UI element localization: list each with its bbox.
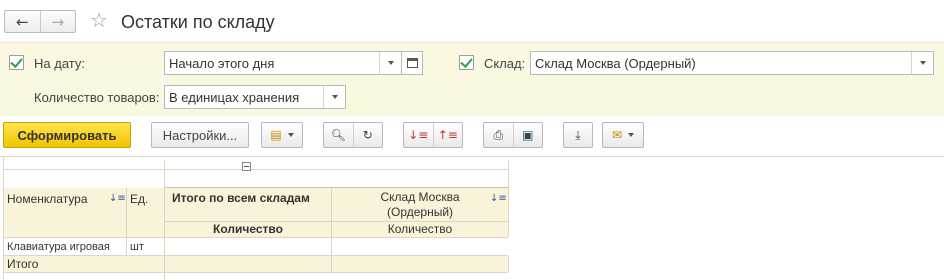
search-next-icon: ↻ [362, 128, 373, 142]
settings-button[interactable]: Настройки... [151, 122, 249, 148]
quantity-mode-label: Количество товаров: [34, 90, 160, 105]
send-email-button[interactable]: ✉ [602, 122, 644, 148]
table-total-row[interactable]: Итого [4, 256, 508, 272]
variants-menu-button[interactable]: ▤ [261, 122, 303, 148]
chevron-down-icon [628, 133, 635, 137]
find-next-button[interactable]: ↻ [354, 123, 383, 147]
quantity-mode-dropdown-button[interactable] [323, 86, 345, 108]
calendar-button[interactable] [402, 51, 423, 75]
subheader-quantity-total: Количество [165, 222, 331, 237]
date-checkbox[interactable] [9, 55, 24, 70]
date-label: На дату: [34, 56, 85, 71]
calendar-icon [406, 58, 418, 68]
print-preview-button[interactable]: ▣ [514, 123, 543, 147]
find-button[interactable]: 🔍︎ [324, 123, 353, 147]
date-dropdown-button[interactable] [379, 52, 401, 74]
table-row-total[interactable] [165, 238, 331, 255]
chevron-down-icon [919, 61, 926, 65]
quantity-mode-value: В единицах хранения [169, 89, 300, 105]
report-variant-icon: ▤ [270, 128, 282, 142]
table-row-unit[interactable]: шт [127, 238, 164, 255]
subheader-quantity-warehouse: Количество [332, 222, 508, 237]
envelope-icon: ✉ [611, 128, 623, 142]
sort-button-group: ↓≡ ↑≡ [403, 122, 463, 148]
warehouse-value: Склад Москва (Ордерный) [535, 55, 696, 71]
save-button[interactable]: ⤓ [563, 122, 593, 148]
title-bar: ← → ☆ Остатки по складу [0, 0, 944, 42]
page-title: Остатки по складу [121, 12, 275, 32]
warehouse-checkbox[interactable] [459, 55, 474, 70]
printer-icon: ⎙ [493, 128, 504, 142]
print-preview-icon: ▣ [522, 128, 534, 142]
download-icon: ⤓ [575, 128, 581, 142]
warehouse-select[interactable]: Склад Москва (Ордерный) [530, 51, 934, 75]
chevron-down-icon [287, 133, 294, 137]
warehouse-label: Склад: [484, 56, 526, 71]
group-collapse-toggle[interactable] [242, 162, 251, 171]
sort-indicator-icon: ↓≡ [490, 193, 507, 204]
sort-descending-icon: ↑≡ [437, 128, 458, 142]
search-button-group: 🔍︎ ↻ [323, 122, 383, 148]
warehouse-dropdown-button[interactable] [911, 52, 933, 74]
arrow-left-icon: ← [15, 12, 29, 31]
sort-ascending-button[interactable]: ↓≡ [404, 123, 433, 147]
date-select[interactable]: Начало этого дня [164, 51, 402, 75]
forward-button[interactable]: → [40, 11, 75, 32]
chevron-down-icon [331, 95, 338, 99]
quantity-mode-select[interactable]: В единицах хранения [164, 85, 346, 109]
favorite-star-icon[interactable]: ☆ [90, 9, 108, 31]
header-total-all-warehouses[interactable]: Итого по всем складам [165, 188, 331, 221]
table-row-warehouse[interactable] [332, 238, 508, 255]
arrow-right-icon: → [51, 12, 65, 31]
date-value: Начало этого дня [169, 55, 275, 71]
table-row-nomenclature[interactable]: Клавиатура игровая [4, 238, 126, 255]
generate-button[interactable]: Сформировать [3, 122, 131, 148]
back-button[interactable]: ← [5, 11, 40, 32]
report-parameters-panel: На дату: Начало этого дня Склад: Склад М… [0, 42, 944, 116]
sort-ascending-icon: ↓≡ [408, 128, 429, 142]
navigation-group: ← → [4, 10, 76, 33]
header-nomenclature[interactable]: Номенклатура [4, 188, 126, 237]
print-button-group: ⎙ ▣ [483, 122, 543, 148]
sort-descending-button[interactable]: ↑≡ [434, 123, 463, 147]
print-button[interactable]: ⎙ [484, 123, 513, 147]
sort-indicator-icon: ↓≡ [109, 193, 126, 204]
chevron-down-icon [387, 61, 394, 65]
search-icon: 🔍︎ [330, 128, 346, 142]
header-warehouse-moscow[interactable]: Склад Москва (Ордерный) [332, 188, 508, 221]
header-unit[interactable]: Ед. [127, 188, 164, 237]
